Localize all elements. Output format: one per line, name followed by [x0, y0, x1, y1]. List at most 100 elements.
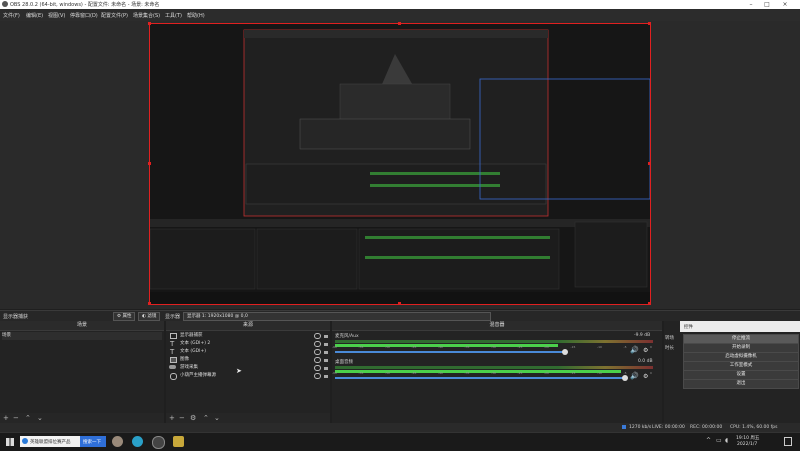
source-label: 图像 [180, 357, 189, 362]
meter-tick-label: -15 [570, 371, 576, 375]
menu-view[interactable]: 视图(V) [48, 12, 65, 19]
lock-icon[interactable] [324, 335, 328, 338]
menu-tools[interactable]: 工具(T) [165, 12, 182, 19]
display-select[interactable]: 显示器 1: 1920x1080 @ 0,0 [183, 312, 491, 321]
volume-slider[interactable] [335, 377, 625, 379]
notification-icon[interactable] [784, 437, 792, 446]
windows-start-icon[interactable] [6, 438, 14, 446]
source-row[interactable]: 图像 [166, 356, 330, 364]
source-row[interactable]: T 文本 (GDI+) [166, 348, 330, 356]
source-row[interactable]: T 文本 (GDI+) 2 [166, 340, 330, 348]
menu-help[interactable]: 帮助(H) [187, 12, 205, 19]
add-scene-button[interactable]: + [3, 413, 9, 423]
visibility-eye-icon[interactable] [314, 365, 321, 371]
visibility-eye-icon[interactable] [314, 349, 321, 355]
properties-button[interactable]: ⚙ 属性 [113, 312, 136, 321]
menu-profile[interactable]: 配置文件(P) [101, 12, 128, 19]
lock-icon[interactable] [324, 351, 328, 354]
status-bar: 1270 kb/s LIVE: 00:00:00 REC: 00:00:00 C… [0, 423, 800, 432]
meter-tick-label: -50 [385, 371, 390, 375]
source-row[interactable]: 游戏采集 [166, 364, 330, 372]
speaker-icon[interactable]: 🔊 [630, 372, 639, 380]
network-icon[interactable]: ▭ [716, 437, 722, 444]
move-source-up-button[interactable]: ⌃ [203, 413, 209, 423]
resize-handle-mr[interactable] [648, 162, 651, 165]
visibility-eye-icon[interactable] [314, 333, 321, 339]
source-row[interactable]: 小葫芦主播弹幕源 [166, 372, 330, 380]
meter-tick-label: -45 [411, 345, 417, 349]
controls-dock: 控件 [680, 321, 800, 332]
game-app-icon[interactable] [173, 436, 184, 447]
source-label: 文本 (GDI+) [180, 349, 206, 354]
clock-time: 19:10 周五 [736, 436, 760, 441]
visibility-eye-icon[interactable] [314, 341, 321, 347]
lock-icon[interactable] [324, 343, 328, 346]
resize-handle-tl[interactable] [148, 22, 151, 25]
preview-canvas[interactable] [148, 22, 651, 305]
obs-taskbar-icon[interactable] [152, 436, 165, 449]
speaker-icon[interactable]: 🔊 [630, 346, 639, 354]
scenes-title: 场景 [0, 321, 164, 331]
meter-tick-label: -15 [570, 345, 576, 349]
meter-tick-label: -20 [544, 345, 549, 349]
transitions-tab[interactable]: 转场 [665, 335, 674, 341]
meter-tick-label: -25 [517, 345, 523, 349]
volume-tray-icon[interactable]: ◖ [725, 437, 728, 444]
live-time: LIVE: 00:00:00 [652, 425, 685, 430]
meter-tick-label: -30 [491, 371, 496, 375]
meter-tick-label: -10 [597, 345, 602, 349]
meter-ticks: -60 -55 -50 -45 -40 -35 -30 -25 -20 -15 -10 -5 0 [332, 371, 653, 376]
channel-gear-icon[interactable]: ⚙ [643, 373, 648, 380]
taskbar: 英雄联盟排位赛产品 搜索一下 ^ ▭ ◖ 19:10 周五 2022/1/7 [0, 432, 800, 451]
meter-tick-label: -40 [438, 345, 443, 349]
menu-edit[interactable]: 编辑(E) [26, 12, 43, 19]
resize-handle-ml[interactable] [148, 162, 151, 165]
visibility-eye-icon[interactable] [314, 357, 321, 363]
meter-scale [335, 340, 653, 343]
visibility-eye-icon[interactable] [314, 373, 321, 379]
properties-label: 属性 [122, 314, 132, 319]
search-box[interactable]: 英雄联盟排位赛产品 [20, 436, 80, 447]
lock-icon[interactable] [324, 367, 328, 370]
mixer-channel-db: -9.9 dB [634, 333, 651, 338]
image-icon [170, 357, 177, 363]
exit-button[interactable]: 退出 [683, 379, 799, 389]
edge-browser-icon[interactable] [132, 436, 143, 447]
avatar-app-icon[interactable] [112, 436, 123, 447]
menu-scene-collection[interactable]: 场景集合(S) [133, 12, 160, 19]
resize-handle-bl[interactable] [148, 302, 151, 305]
source-row[interactable]: 显示器捕获 [166, 332, 330, 340]
remove-scene-button[interactable]: − [13, 413, 19, 423]
close-icon[interactable]: × [778, 0, 792, 9]
meter-scale [335, 366, 653, 369]
channel-gear-icon[interactable]: ⚙ [643, 347, 648, 354]
move-source-down-button[interactable]: ⌄ [214, 413, 220, 423]
resize-handle-tm[interactable] [398, 22, 401, 25]
tray-chevron-icon[interactable]: ^ [706, 437, 711, 444]
resize-handle-tr[interactable] [648, 22, 651, 25]
lock-icon[interactable] [324, 375, 328, 378]
move-scene-up-button[interactable]: ⌃ [25, 413, 31, 423]
menu-file[interactable]: 文件(F) [3, 12, 20, 19]
remove-source-button[interactable]: − [179, 413, 185, 423]
volume-slider[interactable] [335, 351, 565, 353]
source-properties-gear-icon[interactable]: ⚙ [190, 413, 196, 423]
meter-tick-label: -55 [358, 371, 364, 375]
move-scene-down-button[interactable]: ⌄ [37, 413, 43, 423]
scene-item[interactable]: 场景 [2, 332, 162, 340]
add-source-button[interactable]: + [169, 413, 175, 423]
rec-time: REC: 00:00:00 [690, 425, 723, 430]
mixer-channel-name: 麦克风/Aux [335, 334, 359, 339]
obs-logo-icon [2, 1, 8, 7]
duration-tab[interactable]: 时长 [665, 345, 674, 351]
lock-icon[interactable] [324, 359, 328, 362]
minimize-icon[interactable]: – [744, 0, 758, 9]
volume-slider-knob[interactable] [622, 375, 628, 381]
maximize-icon[interactable]: □ [760, 0, 774, 9]
resize-handle-br[interactable] [648, 302, 651, 305]
search-button[interactable]: 搜索一下 [80, 436, 106, 447]
filters-button[interactable]: ◐ 滤镜 [138, 312, 161, 321]
resize-handle-bm[interactable] [398, 302, 401, 305]
menu-docks[interactable]: 停靠窗口(D) [70, 12, 98, 19]
volume-slider-knob[interactable] [562, 349, 568, 355]
